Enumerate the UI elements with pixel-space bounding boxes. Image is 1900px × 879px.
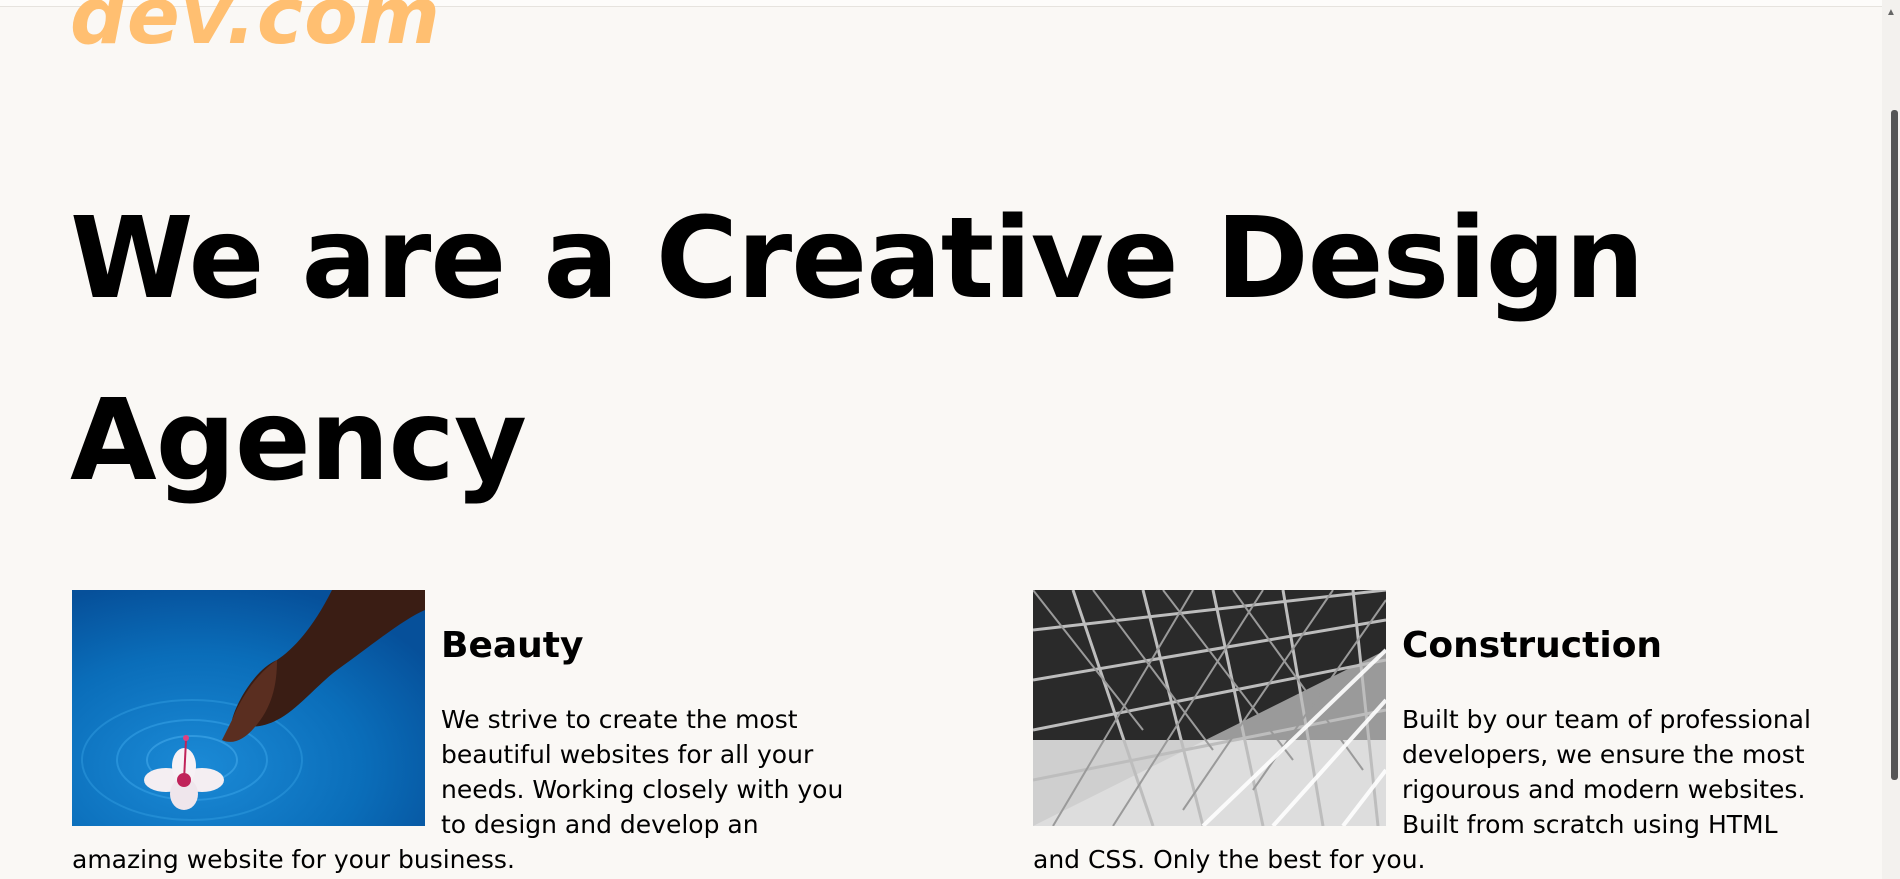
hand-flower-water-illustration xyxy=(72,590,425,826)
page-scrollbar[interactable]: ▲ xyxy=(1882,0,1900,879)
beauty-image xyxy=(72,590,425,826)
hero-title: We are a Creative Design Agency xyxy=(70,194,1645,506)
site-logo[interactable]: dev.com xyxy=(70,0,441,56)
construction-image xyxy=(1033,590,1386,826)
service-card-beauty: Beauty We strive to create the most beau… xyxy=(72,590,852,877)
scrollbar-thumb[interactable] xyxy=(1891,110,1898,780)
service-card-construction: Construction Built by our team of profes… xyxy=(1033,590,1813,877)
chevron-up-icon[interactable]: ▲ xyxy=(1885,8,1897,18)
steel-structure-illustration xyxy=(1033,590,1386,826)
